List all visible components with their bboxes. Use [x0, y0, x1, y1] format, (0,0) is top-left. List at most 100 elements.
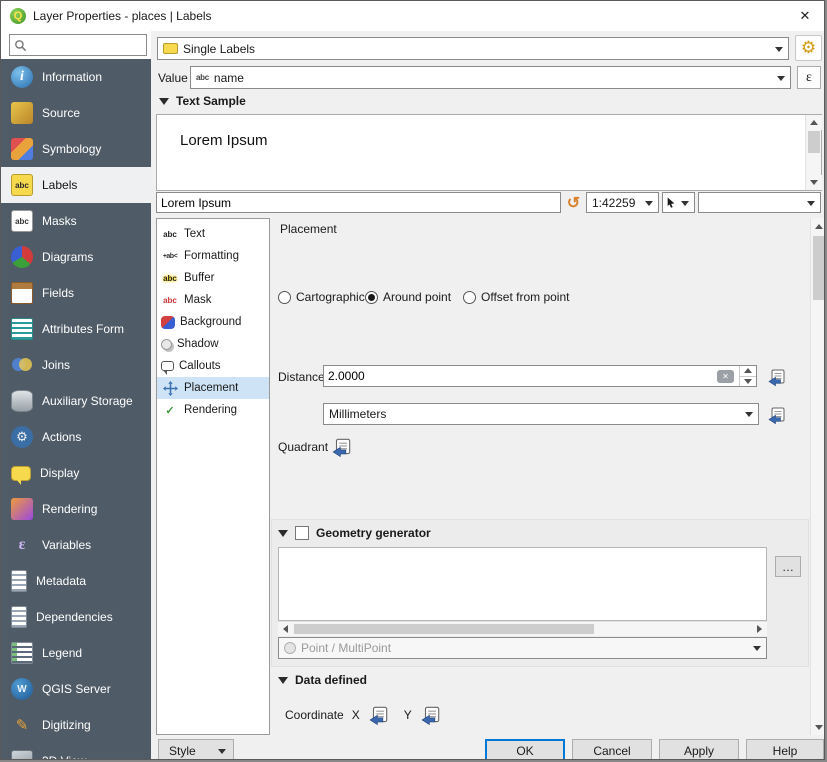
style-menu-button[interactable]: Style: [158, 739, 234, 760]
sample-text-input[interactable]: [156, 192, 561, 213]
search-input[interactable]: [27, 38, 137, 52]
coordinate-x-label: X: [352, 708, 360, 722]
ok-button[interactable]: OK: [485, 739, 565, 760]
radio-label: Offset from point: [481, 290, 569, 304]
sidebar-item-label: Actions: [42, 430, 81, 444]
automated-placement-settings-button[interactable]: ⚙: [795, 35, 822, 61]
arrow-down-icon: [815, 725, 823, 730]
sidebar-item-legend[interactable]: Legend: [1, 635, 151, 671]
map-tool-dropdown-button[interactable]: [662, 192, 695, 213]
reset-sample-button[interactable]: ↺: [563, 192, 584, 213]
tab-callouts[interactable]: Callouts: [157, 355, 269, 377]
collapse-arrow-icon: [278, 530, 288, 537]
tab-placement[interactable]: Placement: [157, 377, 269, 399]
tab-text[interactable]: abcText: [157, 223, 269, 245]
window-title: Layer Properties - places | Labels: [33, 9, 212, 23]
distance-spinbox[interactable]: ✕: [323, 365, 757, 387]
expression-horizontal-scrollbar[interactable]: [278, 621, 767, 636]
units-data-defined-override-button[interactable]: [766, 404, 788, 426]
chevron-down-icon: [681, 201, 689, 206]
sidebar-item-information[interactable]: iInformation: [1, 59, 151, 95]
sidebar-item-rendering[interactable]: Rendering: [1, 491, 151, 527]
tab-formatting[interactable]: +ab<Formatting: [157, 245, 269, 267]
sidebar-item-variables[interactable]: εVariables: [1, 527, 151, 563]
scroll-up-button[interactable]: [806, 115, 822, 130]
tab-shadow[interactable]: Shadow: [157, 333, 269, 355]
legend-icon: [11, 642, 33, 664]
sidebar-item-label: Digitizing: [42, 718, 91, 732]
sidebar-item-actions[interactable]: ⚙Actions: [1, 419, 151, 455]
help-button[interactable]: Help: [746, 739, 824, 760]
preview-scrollbar[interactable]: [805, 115, 821, 190]
placement-panel-scrollbar[interactable]: [810, 218, 825, 735]
distance-units-combo[interactable]: Millimeters: [323, 403, 759, 425]
preview-background-combo[interactable]: [698, 192, 821, 213]
panel-title: Placement: [280, 222, 337, 236]
radio-offset-from-point[interactable]: Offset from point: [463, 290, 569, 304]
sidebar-item-dependencies[interactable]: Dependencies: [1, 599, 151, 635]
quadrant-data-defined-override-button[interactable]: [331, 436, 353, 458]
apply-button[interactable]: Apply: [659, 739, 739, 760]
sidebar-item-diagrams[interactable]: Diagrams: [1, 239, 151, 275]
sidebar-item-display[interactable]: Display: [1, 455, 151, 491]
scrollbar-thumb[interactable]: [813, 236, 825, 300]
cancel-button[interactable]: Cancel: [572, 739, 652, 760]
sidebar-item-digitizing[interactable]: ✎Digitizing: [1, 707, 151, 743]
distance-label: Distance: [278, 370, 325, 384]
sidebar-item-3d-view[interactable]: 3D View: [1, 743, 151, 760]
expression-builder-button[interactable]: ε: [797, 66, 821, 89]
sidebar-item-joins[interactable]: Joins: [1, 347, 151, 383]
geometry-type-combo[interactable]: Point / MultiPoint: [278, 637, 767, 659]
labeling-mode-combo[interactable]: Single Labels: [157, 37, 789, 60]
sidebar-item-qgis-server[interactable]: WQGIS Server: [1, 671, 151, 707]
scroll-down-button[interactable]: [811, 719, 825, 735]
tab-mask[interactable]: abcMask: [157, 289, 269, 311]
geometry-generator-header[interactable]: Geometry generator: [278, 526, 431, 540]
tab-rendering[interactable]: ✓Rendering: [157, 399, 269, 421]
tab-buffer[interactable]: abcBuffer: [157, 267, 269, 289]
attributes-form-icon: [11, 318, 33, 340]
text-sample-header[interactable]: Text Sample: [159, 94, 246, 108]
distance-input[interactable]: [328, 367, 708, 385]
qgis-logo-letter: Q: [14, 10, 23, 22]
distance-data-defined-override-button[interactable]: [766, 366, 788, 388]
scroll-down-button[interactable]: [806, 175, 822, 190]
scrollbar-thumb[interactable]: [808, 131, 820, 153]
properties-search[interactable]: [9, 34, 147, 56]
tab-background[interactable]: Background: [157, 311, 269, 333]
preview-scale-combo[interactable]: 1:42259: [586, 192, 659, 213]
symbology-icon: [11, 138, 33, 160]
sidebar-item-metadata[interactable]: Metadata: [1, 563, 151, 599]
sidebar-item-attributes-form[interactable]: Attributes Form: [1, 311, 151, 347]
arrow-left-icon: [283, 625, 288, 633]
close-icon[interactable]: ✕: [796, 7, 814, 25]
spin-up-button[interactable]: [740, 366, 756, 376]
geometry-generator-title: Geometry generator: [316, 526, 431, 540]
spin-down-button[interactable]: [740, 376, 756, 387]
sidebar-item-auxiliary-storage[interactable]: Auxiliary Storage: [1, 383, 151, 419]
scroll-right-button[interactable]: [752, 622, 767, 636]
arrow-right-icon: [757, 625, 762, 633]
geometry-generator-expression-input[interactable]: [278, 547, 767, 621]
sidebar-item-source[interactable]: Source: [1, 95, 151, 131]
scroll-up-button[interactable]: [811, 218, 825, 234]
expression-more-button[interactable]: …: [775, 556, 801, 577]
clear-icon[interactable]: ✕: [717, 370, 734, 383]
sidebar-item-labels[interactable]: abcLabels: [1, 167, 151, 203]
coordinate-x-data-defined-override-button[interactable]: [368, 704, 390, 726]
radio-around-point[interactable]: Around point: [365, 290, 451, 304]
sidebar-item-masks[interactable]: abcMasks: [1, 203, 151, 239]
geometry-generator-checkbox[interactable]: [295, 526, 309, 540]
auxiliary-storage-icon: [11, 390, 33, 412]
point-geometry-icon: [284, 642, 296, 654]
labels-icon: abc: [11, 174, 33, 196]
value-field-combo[interactable]: abc name: [190, 66, 791, 89]
radio-icon: [463, 291, 476, 304]
coordinate-y-data-defined-override-button[interactable]: [420, 704, 442, 726]
scrollbar-thumb[interactable]: [294, 624, 594, 634]
scroll-left-button[interactable]: [278, 622, 293, 636]
sidebar-item-symbology[interactable]: Symbology: [1, 131, 151, 167]
data-defined-header[interactable]: Data defined: [278, 673, 367, 687]
radio-cartographic[interactable]: Cartographic: [278, 290, 365, 304]
sidebar-item-fields[interactable]: Fields: [1, 275, 151, 311]
